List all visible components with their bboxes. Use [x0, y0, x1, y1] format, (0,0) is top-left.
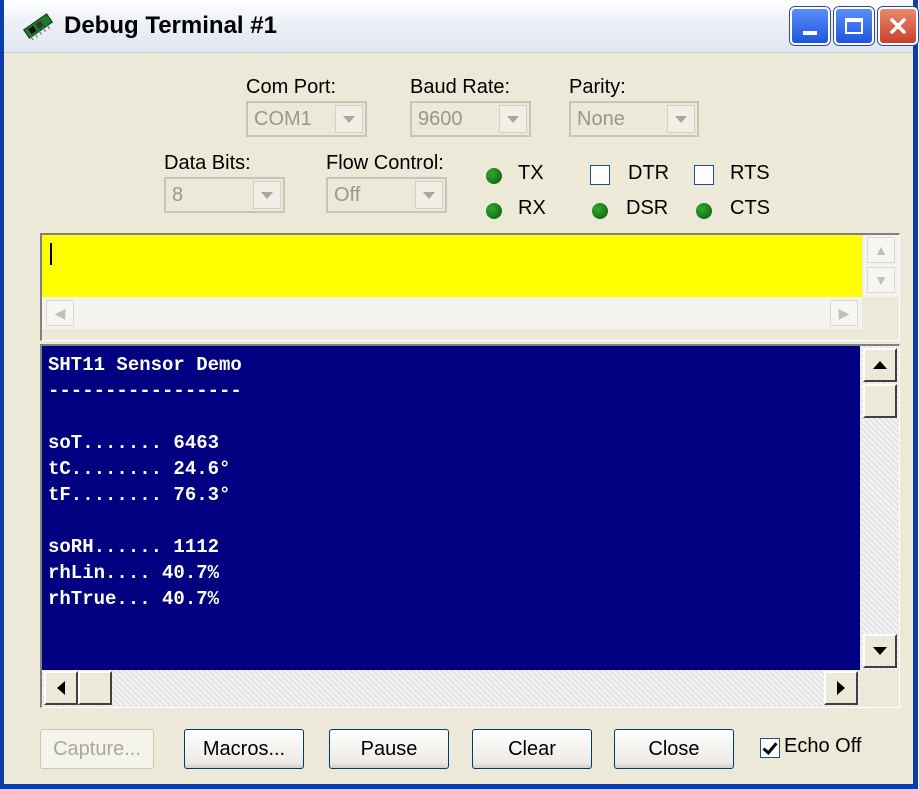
flow-control-value: Off: [334, 184, 361, 206]
scroll-left-icon[interactable]: ◀: [46, 300, 74, 326]
minimize-button[interactable]: [790, 7, 830, 45]
rx-label: RX: [518, 197, 546, 219]
terminal-line: soT....... 6463: [48, 432, 220, 454]
vertical-scroll-thumb[interactable]: [863, 384, 897, 418]
data-bits-select[interactable]: 8: [164, 177, 285, 213]
receive-pane: SHT11 Sensor Demo ----------------- soT.…: [40, 344, 900, 708]
echo-off-checkbox[interactable]: [760, 738, 780, 758]
maximize-button[interactable]: [834, 7, 874, 45]
cts-label: CTS: [730, 197, 770, 219]
capture-button[interactable]: Capture...: [40, 729, 154, 769]
scroll-up-icon: [873, 361, 887, 369]
minimize-icon: [803, 31, 817, 35]
chevron-down-icon[interactable]: [667, 105, 695, 133]
chevron-down-icon[interactable]: [499, 105, 527, 133]
scroll-left-icon: [57, 681, 65, 695]
terminal-line: tC........ 24.6°: [48, 458, 231, 480]
scroll-right-button[interactable]: [824, 671, 858, 705]
chevron-down-icon[interactable]: [335, 105, 363, 133]
transmit-pane: ▲ ▼ ◀ ▶: [40, 233, 900, 341]
close-window-button[interactable]: [878, 7, 918, 45]
baud-rate-select[interactable]: 9600: [410, 101, 531, 137]
window-title: Debug Terminal #1: [64, 12, 277, 39]
com-port-value: COM1: [254, 108, 312, 130]
com-port-label: Com Port:: [246, 76, 337, 98]
scroll-up-button[interactable]: [863, 348, 897, 382]
rx-led-icon: [486, 203, 502, 219]
rts-checkbox[interactable]: [694, 165, 714, 185]
terminal-line: tF........ 76.3°: [48, 484, 231, 506]
cts-led-icon: [696, 203, 712, 219]
rts-label: RTS: [730, 162, 770, 184]
parity-value: None: [577, 108, 625, 130]
terminal-line: SHT11 Sensor Demo: [48, 354, 242, 376]
chevron-down-icon[interactable]: [253, 181, 281, 209]
baud-rate-label: Baud Rate:: [410, 76, 511, 98]
scroll-down-icon: [873, 647, 887, 655]
close-icon: [890, 18, 906, 34]
flow-control-label: Flow Control:: [326, 152, 444, 174]
text-caret: [50, 243, 52, 265]
terminal-line: rhLin.... 40.7%: [48, 562, 220, 584]
dsr-label: DSR: [626, 197, 669, 219]
transmit-input[interactable]: [42, 235, 862, 297]
data-bits-label: Data Bits:: [164, 152, 251, 174]
macros-button[interactable]: Macros...: [184, 729, 304, 769]
scroll-left-button[interactable]: [44, 671, 78, 705]
terminal-line: soRH...... 1112: [48, 536, 220, 558]
terminal-line: -----------------: [48, 380, 242, 402]
scroll-down-button[interactable]: [863, 634, 897, 668]
data-bits-value: 8: [172, 184, 184, 206]
scroll-down-icon[interactable]: ▼: [867, 267, 895, 293]
pause-button[interactable]: Pause: [329, 729, 449, 769]
baud-rate-value: 9600: [418, 108, 463, 130]
horizontal-scroll-thumb[interactable]: [78, 671, 112, 705]
dtr-label: DTR: [628, 162, 670, 184]
parity-select[interactable]: None: [569, 101, 699, 137]
title-bar[interactable]: Debug Terminal #1: [4, 0, 918, 53]
scroll-right-icon[interactable]: ▶: [830, 300, 858, 326]
parity-label: Parity:: [569, 76, 626, 98]
transmit-horizontal-scrollbar[interactable]: ◀ ▶: [42, 297, 862, 329]
tx-led-icon: [486, 168, 502, 184]
close-button[interactable]: Close: [614, 729, 734, 769]
tx-label: TX: [518, 162, 544, 184]
terminal-vertical-scrollbar[interactable]: [861, 346, 899, 670]
echo-off-label: Echo Off: [784, 735, 862, 757]
chip-icon: [22, 13, 54, 40]
scroll-right-icon: [837, 681, 845, 695]
scroll-up-icon[interactable]: ▲: [867, 237, 895, 263]
clear-button[interactable]: Clear: [472, 729, 592, 769]
terminal-output[interactable]: SHT11 Sensor Demo ----------------- soT.…: [42, 346, 860, 670]
com-port-select[interactable]: COM1: [246, 101, 367, 137]
debug-terminal-window: Debug Terminal #1 Com Port: COM1 Baud Ra…: [0, 0, 918, 789]
flow-control-select[interactable]: Off: [326, 177, 447, 213]
dsr-led-icon: [592, 203, 608, 219]
terminal-horizontal-scrollbar[interactable]: [42, 670, 860, 706]
dtr-checkbox[interactable]: [590, 165, 610, 185]
transmit-vertical-scrollbar[interactable]: ▲ ▼: [863, 235, 899, 297]
terminal-line: rhTrue... 40.7%: [48, 588, 220, 610]
maximize-icon: [845, 18, 863, 34]
chevron-down-icon[interactable]: [415, 181, 443, 209]
